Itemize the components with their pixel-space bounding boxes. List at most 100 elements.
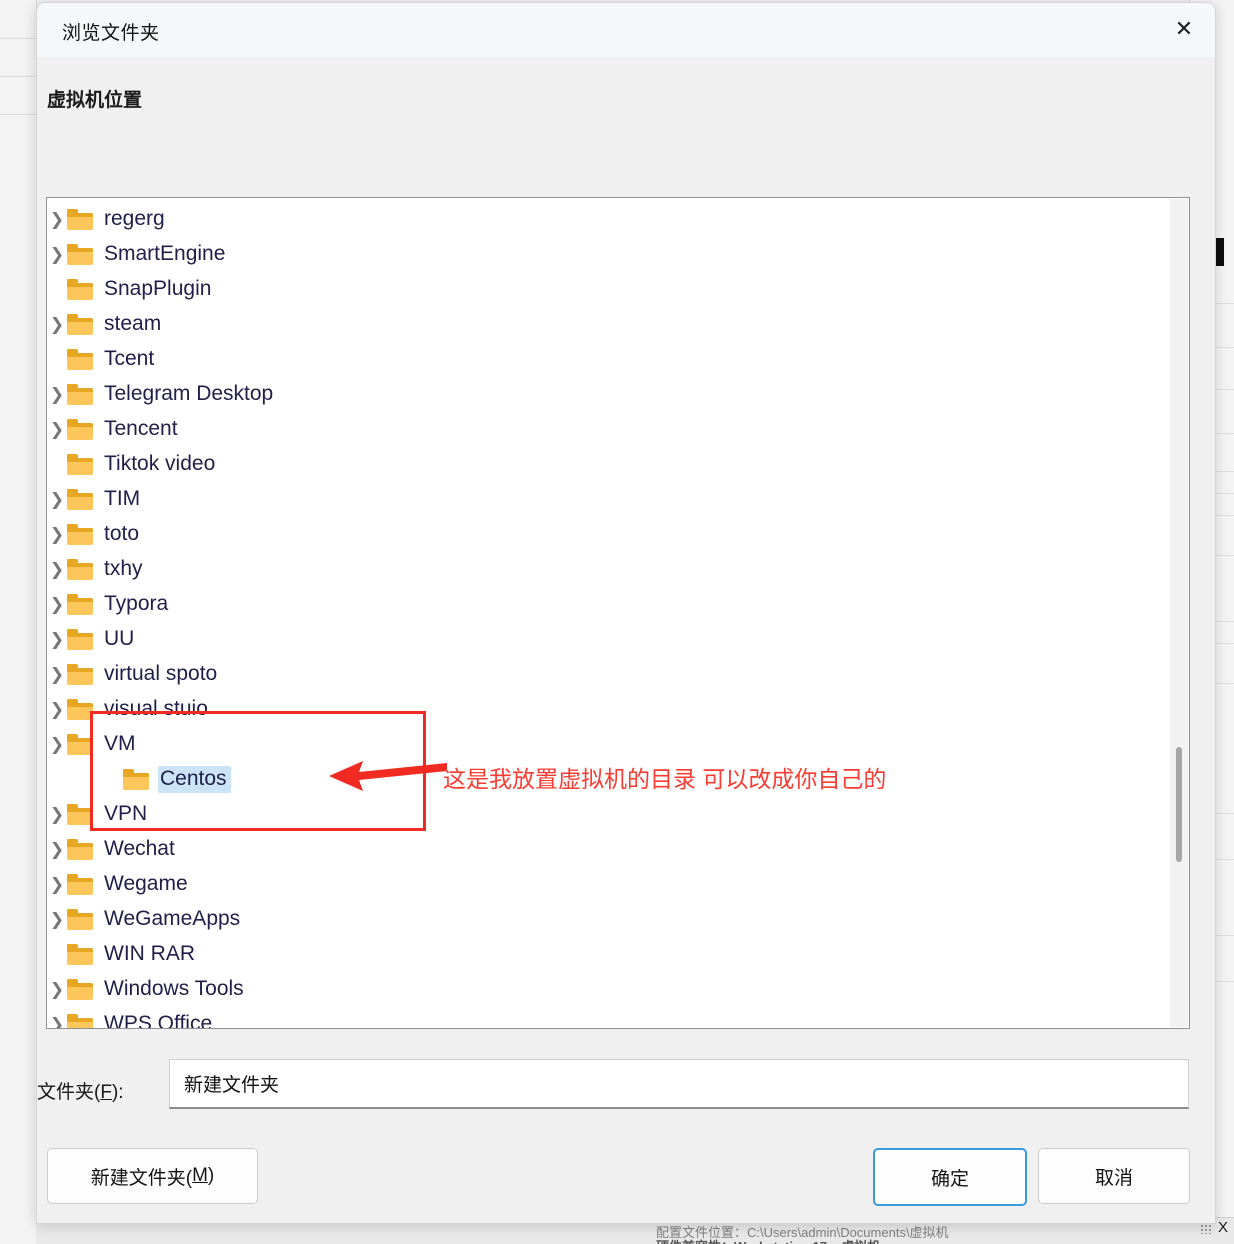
- tree-spacer: ❯: [103, 770, 123, 790]
- chevron-right-icon[interactable]: ❯: [47, 980, 67, 1000]
- tree-spacer: ❯: [47, 455, 67, 475]
- tree-item-label: toto: [104, 522, 140, 545]
- chevron-right-icon[interactable]: ❯: [47, 665, 67, 685]
- folder-icon: [67, 209, 93, 230]
- tree-item-label: visual stuio: [104, 697, 208, 720]
- tree-scrollbar-track[interactable]: [1170, 199, 1188, 1027]
- folder-icon: [67, 804, 93, 825]
- chevron-right-icon[interactable]: ❯: [47, 315, 67, 335]
- chevron-right-icon[interactable]: ❯: [47, 385, 67, 405]
- tree-item-vpn[interactable]: ❯ VPN: [47, 797, 1189, 832]
- new-folder-accesskey: M: [192, 1165, 208, 1186]
- tree-item-wechat[interactable]: ❯ Wechat: [47, 832, 1189, 867]
- folder-icon: [67, 979, 93, 1000]
- folder-icon: [67, 559, 93, 580]
- tree-item-toto[interactable]: ❯ toto: [47, 517, 1189, 552]
- chevron-right-icon[interactable]: ❯: [47, 420, 67, 440]
- folder-icon: [67, 244, 93, 265]
- ok-button[interactable]: 确定: [873, 1148, 1027, 1206]
- tree-item-regerg[interactable]: ❯ regerg: [47, 202, 1189, 237]
- tree-item-telegram-desktop[interactable]: ❯ Telegram Desktop: [47, 377, 1189, 412]
- folder-icon: [67, 664, 93, 685]
- chevron-right-icon[interactable]: ❯: [47, 735, 67, 755]
- tree-item-label: Windows Tools: [104, 977, 244, 1000]
- tree-scrollbar-thumb[interactable]: [1176, 747, 1182, 862]
- background-left-strip: [0, 0, 37, 1244]
- chevron-right-icon[interactable]: ❯: [47, 630, 67, 650]
- folder-icon: [67, 594, 93, 615]
- new-folder-label-suffix: ): [207, 1165, 215, 1186]
- tree-item-visual-stuio[interactable]: ❯ visual stuio: [47, 692, 1189, 727]
- folder-icon: [123, 769, 149, 790]
- tree-item-label: Tiktok video: [104, 452, 216, 475]
- new-folder-button[interactable]: 新建文件夹(M): [47, 1148, 258, 1204]
- tree-item-label: Typora: [104, 592, 169, 615]
- tree-item-win-rar[interactable]: ❯ WIN RAR: [47, 937, 1189, 972]
- background-close-x[interactable]: X: [1218, 1219, 1228, 1236]
- tree-item-wps-office[interactable]: ❯ WPS Office: [47, 1007, 1189, 1029]
- tree-item-tim[interactable]: ❯ TIM: [47, 482, 1189, 517]
- resize-grip[interactable]: [1200, 1224, 1212, 1234]
- folder-name-input[interactable]: [169, 1059, 1189, 1109]
- tree-item-label: virtual spoto: [104, 662, 218, 685]
- tree-item-windows-tools[interactable]: ❯ Windows Tools: [47, 972, 1189, 1007]
- folder-icon: [67, 419, 93, 440]
- dialog-title: 浏览文件夹: [62, 23, 160, 44]
- chevron-right-icon[interactable]: ❯: [47, 210, 67, 230]
- folder-icon: [67, 629, 93, 650]
- close-icon[interactable]: ✕: [1153, 3, 1215, 56]
- folder-label-prefix: 文件夹(: [37, 1082, 101, 1103]
- tree-item-label: Tencent: [104, 417, 178, 440]
- tree-item-vm[interactable]: ❯ VM: [47, 727, 1189, 762]
- chevron-right-icon[interactable]: ❯: [47, 840, 67, 860]
- chevron-right-icon[interactable]: ❯: [47, 490, 67, 510]
- chevron-right-icon[interactable]: ❯: [47, 875, 67, 895]
- tree-item-snapplugin[interactable]: ❯ SnapPlugin: [47, 272, 1189, 307]
- folder-icon: [67, 384, 93, 405]
- folder-label-suffix: ):: [111, 1082, 124, 1103]
- tree-item-centos[interactable]: ❯ Centos: [47, 762, 1189, 797]
- tree-spacer: ❯: [47, 280, 67, 300]
- tree-item-steam[interactable]: ❯ steam: [47, 307, 1189, 342]
- chevron-right-icon[interactable]: ❯: [47, 245, 67, 265]
- tree-item-label: steam: [104, 312, 162, 335]
- tree-item-label: Tcent: [104, 347, 155, 370]
- chevron-right-icon[interactable]: ❯: [47, 805, 67, 825]
- chevron-right-icon[interactable]: ❯: [47, 595, 67, 615]
- tree-item-tencent[interactable]: ❯ Tencent: [47, 412, 1189, 447]
- tree-spacer: ❯: [47, 350, 67, 370]
- chevron-right-icon[interactable]: ❯: [47, 700, 67, 720]
- tree-item-wegame[interactable]: ❯ Wegame: [47, 867, 1189, 902]
- tree-item-label: TIM: [104, 487, 141, 510]
- chevron-right-icon[interactable]: ❯: [47, 1015, 67, 1029]
- folder-icon: [67, 1014, 93, 1028]
- tree-item-typora[interactable]: ❯ Typora: [47, 587, 1189, 622]
- folder-label-accesskey: F: [100, 1082, 112, 1103]
- chevron-right-icon[interactable]: ❯: [47, 560, 67, 580]
- folder-icon: [67, 699, 93, 720]
- folder-icon: [67, 524, 93, 545]
- dialog-titlebar: 浏览文件夹 ✕: [37, 3, 1215, 58]
- tree-item-tcent[interactable]: ❯ Tcent: [47, 342, 1189, 377]
- tree-item-label: WPS Office: [104, 1012, 213, 1029]
- tree-item-uu[interactable]: ❯ UU: [47, 622, 1189, 657]
- tree-item-smartengine[interactable]: ❯ SmartEngine: [47, 237, 1189, 272]
- tree-item-label: Centos: [158, 766, 231, 793]
- cancel-button[interactable]: 取消: [1038, 1148, 1190, 1204]
- tree-item-txhy[interactable]: ❯ txhy: [47, 552, 1189, 587]
- folder-icon: [67, 909, 93, 930]
- folder-icon: [67, 944, 93, 965]
- tree-item-label: SnapPlugin: [104, 277, 212, 300]
- folder-tree[interactable]: ❯ regerg ❯ SmartEngine ❯ SnapPlugin ❯ steam ❯ Tce…: [46, 197, 1190, 1029]
- tree-item-label: WeGameApps: [104, 907, 241, 930]
- tree-item-wegameapps[interactable]: ❯ WeGameApps: [47, 902, 1189, 937]
- tree-item-tiktok-video[interactable]: ❯ Tiktok video: [47, 447, 1189, 482]
- tree-item-label: VPN: [104, 802, 148, 825]
- chevron-right-icon[interactable]: ❯: [47, 525, 67, 545]
- tree-item-label: Wechat: [104, 837, 175, 860]
- tree-item-label: UU: [104, 627, 135, 650]
- folder-field-label: 文件夹(F):: [37, 1077, 124, 1104]
- chevron-right-icon[interactable]: ❯: [47, 910, 67, 930]
- tree-item-label: VM: [104, 732, 136, 755]
- tree-item-virtual-spoto[interactable]: ❯ virtual spoto: [47, 657, 1189, 692]
